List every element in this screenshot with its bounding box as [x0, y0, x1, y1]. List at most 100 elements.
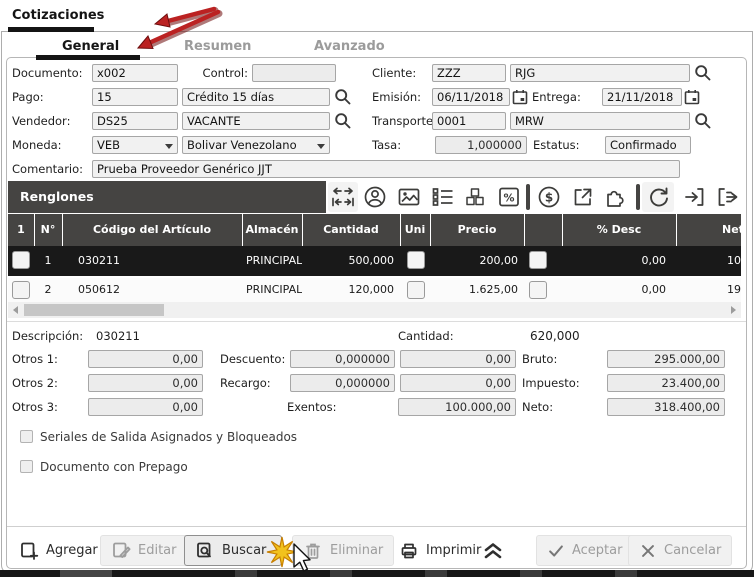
row-codigo: 050612: [70, 278, 120, 302]
export-icon[interactable]: [714, 184, 740, 210]
window-tab-underline: [8, 27, 94, 32]
tab-avanzado[interactable]: Avanzado: [314, 39, 385, 54]
cancelar-button[interactable]: Cancelar: [628, 535, 732, 566]
collapse-chevrons-icon[interactable]: [482, 540, 504, 560]
grid-col-blank[interactable]: [524, 214, 562, 246]
vendedor-search-icon[interactable]: [334, 112, 352, 130]
transporte-name-input[interactable]: MRW: [510, 112, 690, 130]
moneda-name-select[interactable]: Bolivar Venezolano: [182, 136, 330, 154]
toolbar-separator: [636, 184, 640, 210]
row-select-button[interactable]: [12, 281, 30, 299]
grid-col-almacen[interactable]: Almacén: [242, 214, 302, 246]
exentos-input[interactable]: 100.000,00: [398, 398, 516, 416]
cliente-label: Cliente:: [372, 66, 416, 80]
row-extra-button[interactable]: [529, 251, 547, 269]
grid-col-cantidad[interactable]: Cantidad: [302, 214, 400, 246]
tasa-label: Tasa:: [372, 138, 401, 152]
tab-general[interactable]: General: [62, 39, 119, 54]
buttonbar-divider: [7, 526, 746, 527]
grid-col-numero[interactable]: N°: [34, 214, 62, 246]
impuesto-input[interactable]: 23.400,00: [607, 374, 725, 392]
control-label: Control:: [200, 66, 248, 80]
grid-col-select[interactable]: 1: [8, 214, 34, 246]
cliente-code-input[interactable]: ZZZ: [432, 64, 506, 82]
plugin-icon[interactable]: [602, 184, 628, 210]
prepago-checkbox[interactable]: [20, 460, 33, 473]
documento-label: Documento:: [12, 66, 83, 80]
scroll-left-icon[interactable]: [13, 306, 18, 314]
row-desc: 0,00: [562, 278, 666, 302]
vendedor-name-input[interactable]: VACANTE: [182, 112, 330, 130]
row-select-button[interactable]: [12, 251, 30, 269]
grid-hscrollbar[interactable]: [8, 302, 741, 318]
emision-calendar-icon[interactable]: [512, 89, 528, 105]
import-icon[interactable]: [682, 184, 708, 210]
transporte-code-input[interactable]: 0001: [432, 112, 506, 130]
recargo-monto-input[interactable]: 0,00: [400, 374, 516, 392]
table-row[interactable]: 2 050612 PRINCIPAL 120,000 1.625,00 0,00…: [8, 278, 741, 303]
vendedor-code-input[interactable]: DS25: [92, 112, 178, 130]
aceptar-button[interactable]: Aceptar: [536, 535, 633, 566]
documento-input[interactable]: x002: [92, 64, 178, 82]
close-icon: [639, 542, 657, 560]
descuento-pct-input[interactable]: 0,000000: [290, 350, 395, 368]
refresh-icon[interactable]: [646, 184, 672, 210]
row-uni-button[interactable]: [407, 281, 425, 299]
cotizaciones-window: Cotizaciones General Resumen Avanzado Do…: [0, 0, 754, 577]
list-icon[interactable]: [430, 184, 456, 210]
pago-code-input[interactable]: 15: [92, 88, 178, 106]
scroll-right-icon[interactable]: [731, 306, 736, 314]
control-input[interactable]: [252, 64, 336, 82]
grid-header: 1 N° Código del Artículo Almacén Cantida…: [8, 214, 741, 246]
otros3-input[interactable]: 0,00: [88, 398, 203, 416]
agregar-button[interactable]: Agregar: [8, 535, 109, 566]
cliente-name-input[interactable]: RJG: [510, 64, 690, 82]
tasa-input[interactable]: 1,000000: [435, 136, 527, 154]
table-row[interactable]: 1 030211 PRINCIPAL 500,000 200,00 0,00 1…: [8, 246, 741, 276]
window-tab-cotizaciones[interactable]: Cotizaciones: [12, 8, 104, 23]
otros3-label: Otros 3:: [12, 400, 58, 414]
svg-text:%: %: [503, 192, 514, 205]
pago-name-input[interactable]: Crédito 15 días: [182, 88, 330, 106]
user-icon[interactable]: [362, 184, 388, 210]
check-icon: [547, 542, 565, 560]
neto-total-input[interactable]: 318.400,00: [607, 398, 725, 416]
scrollbar-thumb[interactable]: [24, 304, 164, 316]
grid-col-precio[interactable]: Precio: [430, 214, 524, 246]
imprimir-button[interactable]: Imprimir: [388, 535, 492, 566]
row-numero: 1: [34, 246, 62, 276]
row-neto: 100.000,00: [727, 246, 741, 276]
seriales-checkbox[interactable]: [20, 430, 33, 443]
products-icon[interactable]: [462, 184, 488, 210]
comentario-input[interactable]: Prueba Proveedor Genérico JJT: [92, 160, 680, 178]
seriales-checkbox-label: Seriales de Salida Asignados y Bloqueado…: [40, 430, 297, 444]
external-link-icon[interactable]: [570, 184, 596, 210]
row-cantidad: 120,000: [302, 278, 394, 302]
bruto-input[interactable]: 295.000,00: [607, 350, 725, 368]
emision-input[interactable]: 06/11/2018: [432, 88, 510, 106]
row-uni-button[interactable]: [407, 251, 425, 269]
grid-col-codigo[interactable]: Código del Artículo: [62, 214, 242, 246]
grid-col-desc[interactable]: % Desc: [562, 214, 676, 246]
otros1-input[interactable]: 0,00: [88, 350, 203, 368]
recargo-pct-input[interactable]: 0,000000: [290, 374, 395, 392]
otros2-input[interactable]: 0,00: [88, 374, 203, 392]
currency-icon[interactable]: $: [536, 184, 562, 210]
transporte-search-icon[interactable]: [694, 112, 712, 130]
grid-col-neto[interactable]: Neto: [722, 214, 741, 246]
image-icon[interactable]: [396, 184, 422, 210]
descuento-monto-input[interactable]: 0,00: [400, 350, 516, 368]
fit-columns-icon[interactable]: [330, 184, 356, 210]
grid-col-uni[interactable]: Uni: [400, 214, 430, 246]
entrega-calendar-icon[interactable]: [684, 89, 700, 105]
moneda-code-select[interactable]: VEB: [92, 136, 178, 154]
pago-search-icon[interactable]: [334, 88, 352, 106]
estatus-input[interactable]: Confirmado: [605, 136, 691, 154]
cliente-search-icon[interactable]: [694, 64, 712, 82]
moneda-code-value: VEB: [97, 138, 120, 152]
row-cantidad: 500,000: [302, 246, 394, 276]
entrega-input[interactable]: 21/11/2018: [602, 88, 682, 106]
percent-icon[interactable]: %: [496, 184, 522, 210]
row-extra-button[interactable]: [529, 281, 547, 299]
editar-button[interactable]: Editar: [100, 535, 188, 566]
